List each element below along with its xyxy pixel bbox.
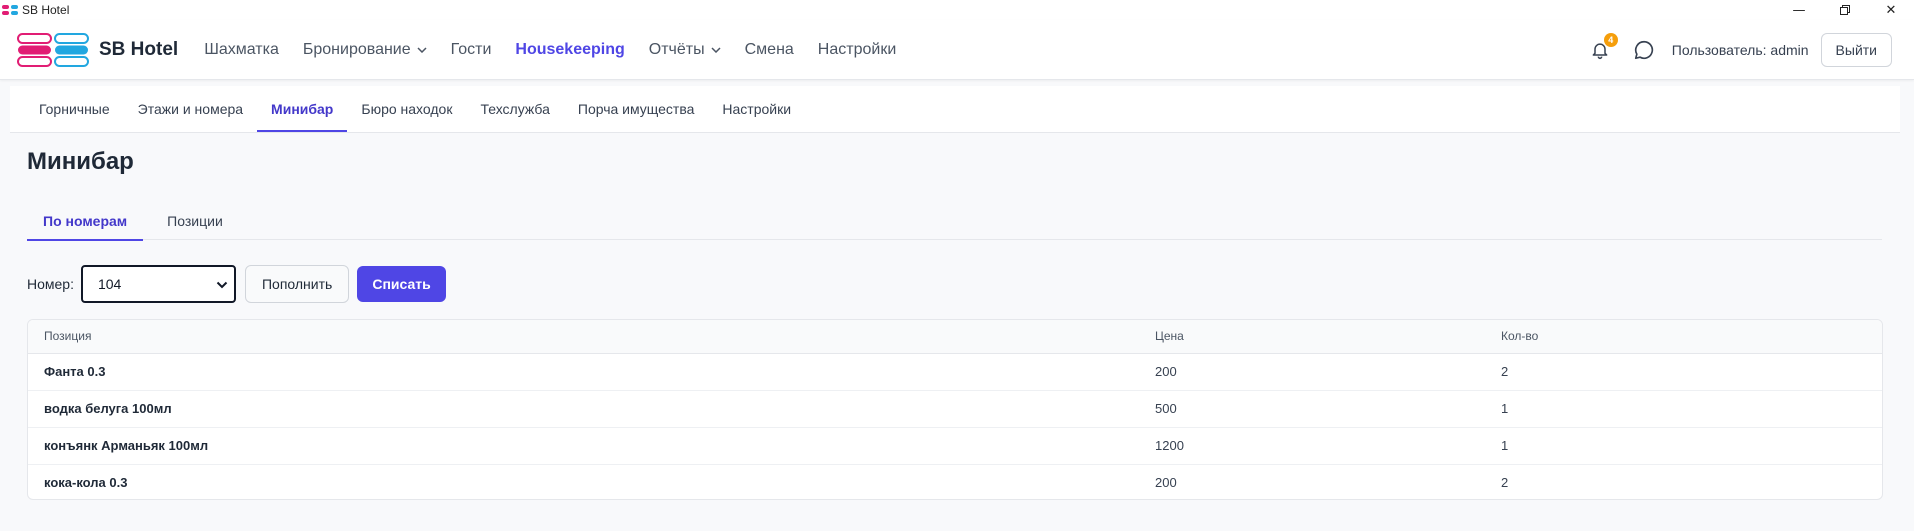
tab-by-rooms[interactable]: По номерам: [27, 202, 144, 241]
app-header: SB Hotel Шахматка Бронирование Гости Hou…: [0, 20, 1914, 80]
table-row[interactable]: водка белуга 100мл 500 1: [28, 390, 1882, 428]
chevron-down-icon: [417, 46, 427, 53]
nav-label: Шахматка: [204, 40, 279, 58]
cell-item: конъянк Арманьяк 100мл: [28, 427, 1139, 465]
column-header-price: Цена: [1139, 320, 1485, 354]
nav-label: Настройки: [817, 40, 897, 58]
nav-settings[interactable]: Настройки: [806, 41, 908, 59]
app-icon: [2, 4, 18, 16]
notifications-button[interactable]: 4: [1588, 33, 1618, 62]
room-label: Номер:: [27, 276, 74, 292]
minibar-tabs: По номерам Позиции: [27, 202, 1882, 241]
user-label: Пользователь: admin: [1671, 42, 1809, 58]
subnav-damage[interactable]: Порча имущества: [564, 85, 709, 132]
nav-label: Отчёты: [648, 40, 705, 58]
subnav-settings[interactable]: Настройки: [708, 85, 805, 132]
cell-qty: 1: [1485, 427, 1882, 465]
brand-name: SB Hotel: [99, 38, 179, 60]
table-row[interactable]: Фанта 0.3 200 2: [28, 353, 1882, 391]
cell-qty: 1: [1485, 390, 1882, 428]
table-row[interactable]: конъянк Арманьяк 100мл 1200 1: [28, 427, 1882, 465]
chat-icon: [1634, 40, 1653, 60]
window-titlebar: SB Hotel — ✕: [0, 0, 1914, 20]
logo[interactable]: SB Hotel: [17, 32, 192, 67]
nav-reports[interactable]: Отчёты: [637, 41, 733, 59]
notification-badge: 4: [1603, 33, 1618, 47]
housekeeping-subnav: Горничные Этажи и номера Минибар Бюро на…: [10, 86, 1900, 133]
nav-label: Смена: [744, 40, 794, 58]
nav-booking[interactable]: Бронирование: [291, 41, 439, 59]
chevron-down-icon: [216, 276, 228, 292]
refill-button[interactable]: Пополнить: [244, 265, 350, 303]
column-header-qty: Кол-во: [1485, 320, 1882, 354]
subnav-lost-found[interactable]: Бюро находок: [347, 85, 466, 132]
chevron-down-icon: [711, 46, 721, 53]
minimize-icon[interactable]: —: [1776, 0, 1822, 20]
room-controls: Номер: 104 Пополнить Списать: [27, 265, 446, 303]
subnav-floors-rooms[interactable]: Этажи и номера: [124, 85, 257, 132]
table-header-row: Позиция Цена Кол-во: [28, 320, 1882, 354]
nav-label: Бронирование: [302, 40, 411, 58]
cell-price: 1200: [1139, 427, 1485, 465]
cell-item: водка белуга 100мл: [28, 390, 1139, 428]
minibar-table: Позиция Цена Кол-во Фанта 0.3 200 2 водк…: [27, 319, 1883, 500]
chat-button[interactable]: [1632, 38, 1656, 62]
tab-items[interactable]: Позиции: [151, 202, 239, 240]
nav-guests[interactable]: Гости: [439, 41, 504, 59]
subnav-maintenance[interactable]: Техслужба: [466, 85, 563, 132]
window-title: SB Hotel: [22, 3, 70, 17]
cell-qty: 2: [1485, 353, 1882, 391]
nav-chessboard[interactable]: Шахматка: [192, 41, 291, 59]
cell-qty: 2: [1501, 475, 1509, 491]
cell-price: 200: [1155, 475, 1177, 491]
table-row[interactable]: кока-кола 0.3 200 2: [28, 464, 1882, 499]
main-nav: Шахматка Бронирование Гости Housekeeping…: [192, 41, 908, 59]
page-title: Минибар: [27, 148, 134, 175]
column-header-item: Позиция: [28, 320, 1139, 354]
nav-housekeeping[interactable]: Housekeeping: [503, 41, 636, 59]
nav-label: Housekeeping: [515, 40, 625, 58]
subnav-minibar[interactable]: Минибар: [257, 85, 348, 132]
close-icon[interactable]: ✕: [1868, 0, 1914, 20]
writeoff-button[interactable]: Списать: [357, 266, 446, 302]
logout-button[interactable]: Выйти: [1820, 33, 1892, 67]
cell-price: 500: [1139, 390, 1485, 428]
subnav-maids[interactable]: Горничные: [25, 85, 124, 132]
cell-item: Фанта 0.3: [28, 353, 1139, 391]
nav-label: Гости: [450, 40, 492, 58]
logo-icon: [17, 32, 89, 67]
room-select-value: 104: [97, 276, 122, 292]
cell-price: 200: [1139, 353, 1485, 391]
cell-item: кока-кола 0.3: [44, 475, 128, 491]
restore-icon[interactable]: [1822, 0, 1868, 20]
room-select[interactable]: 104: [80, 265, 236, 303]
nav-shift[interactable]: Смена: [733, 41, 806, 59]
